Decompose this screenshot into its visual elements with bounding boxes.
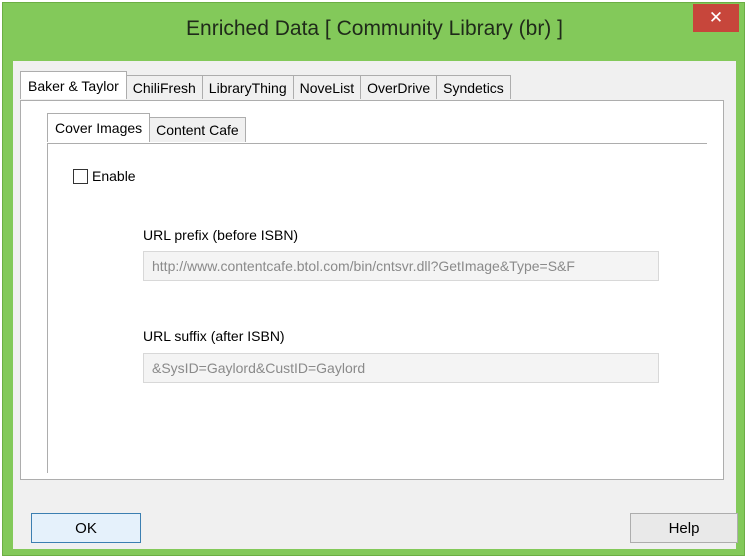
url-prefix-label: URL prefix (before ISBN) [143,227,299,243]
tab-librarything[interactable]: LibraryThing [201,75,294,99]
enable-label: Enable [92,168,136,184]
baker-taylor-panel: Cover Images Content Cafe Enable URL pre… [20,100,724,480]
tab-overdrive[interactable]: OverDrive [360,75,438,99]
help-button[interactable]: Help [630,513,738,543]
close-icon: ✕ [708,8,724,27]
window-title: Enriched Data [ Community Library (br) ] [186,17,563,40]
url-suffix-label: URL suffix (after ISBN) [143,328,285,344]
tab-content-cafe[interactable]: Content Cafe [149,117,246,142]
url-suffix-field[interactable]: &SysID=Gaylord&CustID=Gaylord [143,353,659,383]
tab-baker-taylor[interactable]: Baker & Taylor [20,71,127,99]
dialog-client-area: Baker & Taylor ChiliFresh LibraryThing N… [13,61,738,549]
tab-syndetics[interactable]: Syndetics [436,75,511,99]
sub-tab-strip: Cover Images Content Cafe [47,113,246,142]
tab-novelist[interactable]: NoveList [292,75,362,99]
close-button[interactable]: ✕ [693,4,739,32]
dialog-window: Enriched Data [ Community Library (br) ]… [2,2,745,556]
main-tab-strip: Baker & Taylor ChiliFresh LibraryThing N… [20,71,511,99]
ok-button[interactable]: OK [31,513,141,543]
sub-panel-border [47,143,48,473]
url-prefix-field[interactable]: http://www.contentcafe.btol.com/bin/cnts… [143,251,659,281]
enable-row[interactable]: Enable [73,168,136,184]
tab-chilifresh[interactable]: ChiliFresh [125,75,203,99]
enable-checkbox[interactable] [73,168,88,184]
tab-cover-images[interactable]: Cover Images [47,113,151,142]
sub-tab-divider [47,143,707,144]
